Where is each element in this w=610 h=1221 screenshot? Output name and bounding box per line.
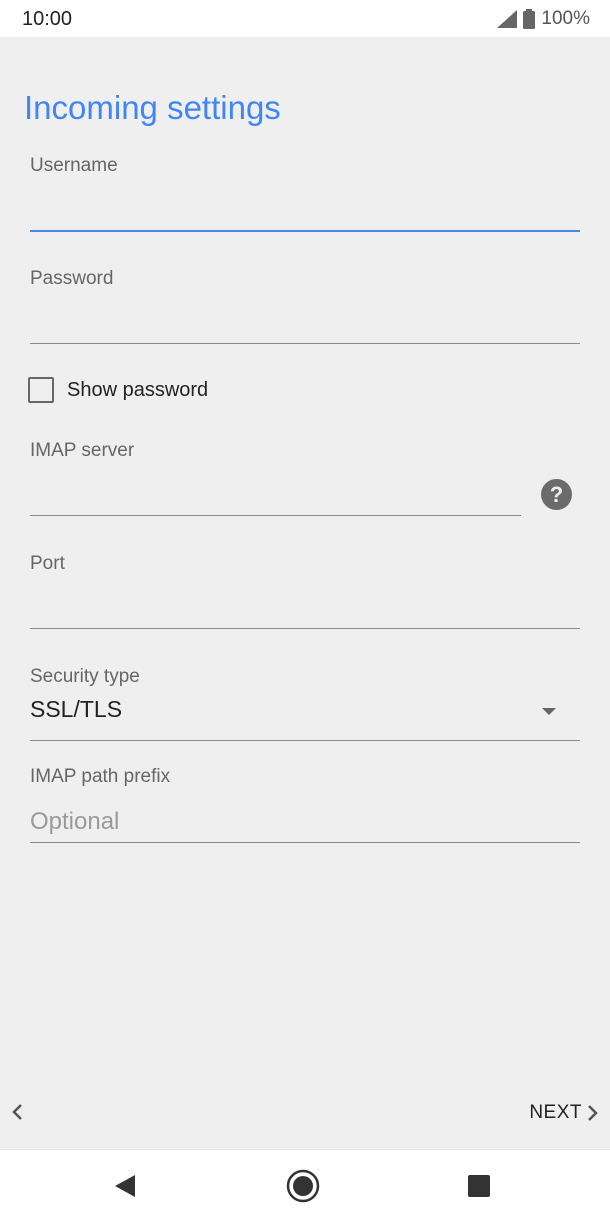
- port-field: Port: [30, 553, 580, 633]
- settings-screen: Incoming settings Username Password Show…: [0, 37, 610, 1149]
- imap-server-field: IMAP server: [30, 440, 521, 520]
- security-type-value: SSL/TLS: [30, 696, 123, 722]
- battery-percentage: 100%: [541, 8, 590, 29]
- imap-server-label: IMAP server: [30, 440, 135, 461]
- help-icon[interactable]: ?: [541, 479, 572, 510]
- username-input[interactable]: [30, 190, 580, 230]
- signal-icon: [497, 10, 518, 28]
- page-title: Incoming settings: [24, 89, 281, 126]
- security-type-underline: [30, 740, 580, 741]
- back-chevron-button[interactable]: [8, 1098, 32, 1126]
- chevron-right-icon: [588, 1105, 598, 1121]
- next-button[interactable]: NEXT: [529, 1098, 602, 1128]
- nav-home-button[interactable]: [285, 1168, 321, 1204]
- next-label: NEXT: [529, 1102, 582, 1123]
- recents-icon: [468, 1175, 490, 1197]
- password-label: Password: [30, 268, 114, 289]
- show-password-label: Show password: [67, 378, 209, 401]
- back-icon: [115, 1175, 135, 1197]
- status-time: 10:00: [22, 8, 73, 30]
- port-underline: [30, 628, 580, 629]
- status-indicators: 100%: [497, 8, 590, 30]
- home-icon: [286, 1169, 320, 1203]
- nav-back-button[interactable]: [107, 1168, 143, 1204]
- imap-path-prefix-label: IMAP path prefix: [30, 766, 171, 787]
- password-input[interactable]: [30, 303, 580, 343]
- password-underline: [30, 343, 580, 344]
- battery-icon: [523, 9, 536, 29]
- imap-server-input[interactable]: [30, 475, 521, 515]
- checkbox-icon[interactable]: [28, 377, 54, 403]
- username-field: Username: [30, 155, 580, 235]
- dropdown-arrow-icon: [542, 708, 556, 715]
- imap-server-underline: [30, 515, 521, 516]
- navigation-bar: [0, 1149, 610, 1221]
- nav-recents-button[interactable]: [461, 1168, 497, 1204]
- port-label: Port: [30, 553, 65, 574]
- security-type-select[interactable]: Security type SSL/TLS: [30, 666, 580, 746]
- status-bar: 10:00 100%: [0, 0, 610, 37]
- password-field: Password: [30, 268, 580, 348]
- show-password-checkbox[interactable]: Show password: [28, 377, 208, 403]
- chevron-left-icon: [12, 1104, 22, 1120]
- imap-path-prefix-field: IMAP path prefix: [30, 766, 580, 846]
- username-label: Username: [30, 155, 118, 176]
- port-input[interactable]: [30, 588, 580, 628]
- username-underline: [30, 230, 580, 232]
- imap-path-prefix-input[interactable]: [30, 802, 580, 842]
- security-type-label: Security type: [30, 666, 140, 687]
- imap-path-prefix-underline: [30, 842, 580, 843]
